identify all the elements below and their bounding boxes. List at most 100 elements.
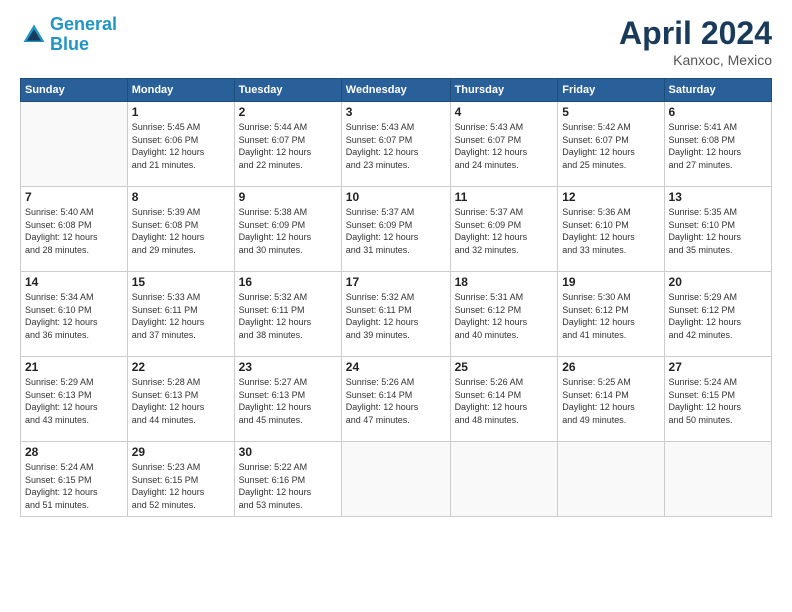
calendar-cell: 20 Sunrise: 5:29 AMSunset: 6:12 PMDayligh… (664, 272, 771, 357)
calendar-cell: 16 Sunrise: 5:32 AMSunset: 6:11 PMDayligh… (234, 272, 341, 357)
day-number: 4 (455, 105, 554, 119)
calendar-cell: 19 Sunrise: 5:30 AMSunset: 6:12 PMDayligh… (558, 272, 664, 357)
day-info: Sunrise: 5:43 AMSunset: 6:07 PMDaylight:… (346, 121, 446, 171)
day-number: 30 (239, 445, 337, 459)
day-number: 3 (346, 105, 446, 119)
day-info: Sunrise: 5:24 AMSunset: 6:15 PMDaylight:… (25, 461, 123, 511)
day-info: Sunrise: 5:31 AMSunset: 6:12 PMDaylight:… (455, 291, 554, 341)
col-saturday: Saturday (664, 79, 771, 102)
day-info: Sunrise: 5:32 AMSunset: 6:11 PMDaylight:… (239, 291, 337, 341)
col-thursday: Thursday (450, 79, 558, 102)
calendar-cell: 23 Sunrise: 5:27 AMSunset: 6:13 PMDayligh… (234, 357, 341, 442)
calendar-cell: 13 Sunrise: 5:35 AMSunset: 6:10 PMDayligh… (664, 187, 771, 272)
day-number: 9 (239, 190, 337, 204)
calendar-cell: 27Sunrise: 5:24 AMSunset: 6:15 PMDayligh… (664, 357, 771, 442)
day-info: Sunrise: 5:40 AMSunset: 6:08 PMDaylight:… (25, 206, 123, 256)
calendar-cell: 28 Sunrise: 5:24 AMSunset: 6:15 PMDayligh… (21, 442, 128, 517)
calendar-cell: 14 Sunrise: 5:34 AMSunset: 6:10 PMDayligh… (21, 272, 128, 357)
day-info: Sunrise: 5:33 AMSunset: 6:11 PMDaylight:… (132, 291, 230, 341)
calendar-cell (21, 102, 128, 187)
calendar-cell: 17 Sunrise: 5:32 AMSunset: 6:11 PMDayligh… (341, 272, 450, 357)
calendar-cell: 11 Sunrise: 5:37 AMSunset: 6:09 PMDayligh… (450, 187, 558, 272)
day-info: Sunrise: 5:45 AMSunset: 6:06 PMDaylight:… (132, 121, 230, 171)
day-info: Sunrise: 5:34 AMSunset: 6:10 PMDaylight:… (25, 291, 123, 341)
day-number: 5 (562, 105, 659, 119)
day-number: 2 (239, 105, 337, 119)
day-info: Sunrise: 5:39 AMSunset: 6:08 PMDaylight:… (132, 206, 230, 256)
day-info: Sunrise: 5:37 AMSunset: 6:09 PMDaylight:… (346, 206, 446, 256)
day-number: 10 (346, 190, 446, 204)
day-info: Sunrise: 5:35 AMSunset: 6:10 PMDaylight:… (669, 206, 767, 256)
day-info: Sunrise: 5:42 AMSunset: 6:07 PMDaylight:… (562, 121, 659, 171)
calendar-cell: 25Sunrise: 5:26 AMSunset: 6:14 PMDayligh… (450, 357, 558, 442)
calendar-cell: 4 Sunrise: 5:43 AMSunset: 6:07 PMDaylight… (450, 102, 558, 187)
col-wednesday: Wednesday (341, 79, 450, 102)
day-info: Sunrise: 5:32 AMSunset: 6:11 PMDaylight:… (346, 291, 446, 341)
day-number: 28 (25, 445, 123, 459)
col-friday: Friday (558, 79, 664, 102)
day-info: Sunrise: 5:43 AMSunset: 6:07 PMDaylight:… (455, 121, 554, 171)
calendar-cell: 5 Sunrise: 5:42 AMSunset: 6:07 PMDaylight… (558, 102, 664, 187)
calendar-cell: 7 Sunrise: 5:40 AMSunset: 6:08 PMDaylight… (21, 187, 128, 272)
day-info: Sunrise: 5:26 AMSunset: 6:14 PMDaylight:… (455, 376, 554, 426)
day-number: 15 (132, 275, 230, 289)
calendar-cell: 30Sunrise: 5:22 AMSunset: 6:16 PMDayligh… (234, 442, 341, 517)
day-number: 13 (669, 190, 767, 204)
day-number: 8 (132, 190, 230, 204)
calendar-cell (450, 442, 558, 517)
day-number: 24 (346, 360, 446, 374)
day-info: Sunrise: 5:26 AMSunset: 6:14 PMDaylight:… (346, 376, 446, 426)
calendar-cell: 1Sunrise: 5:45 AMSunset: 6:06 PMDaylight… (127, 102, 234, 187)
day-number: 14 (25, 275, 123, 289)
day-info: Sunrise: 5:27 AMSunset: 6:13 PMDaylight:… (239, 376, 337, 426)
day-info: Sunrise: 5:30 AMSunset: 6:12 PMDaylight:… (562, 291, 659, 341)
day-number: 26 (562, 360, 659, 374)
logo-text: General Blue (50, 15, 117, 55)
day-info: Sunrise: 5:29 AMSunset: 6:12 PMDaylight:… (669, 291, 767, 341)
day-number: 20 (669, 275, 767, 289)
page: General Blue April 2024 Kanxoc, Mexico S… (0, 0, 792, 612)
day-info: Sunrise: 5:29 AMSunset: 6:13 PMDaylight:… (25, 376, 123, 426)
day-number: 6 (669, 105, 767, 119)
day-number: 7 (25, 190, 123, 204)
day-number: 19 (562, 275, 659, 289)
calendar-cell: 24 Sunrise: 5:26 AMSunset: 6:14 PMDayligh… (341, 357, 450, 442)
day-info: Sunrise: 5:36 AMSunset: 6:10 PMDaylight:… (562, 206, 659, 256)
title-block: April 2024 Kanxoc, Mexico (619, 15, 772, 68)
day-number: 22 (132, 360, 230, 374)
calendar-cell: 26 Sunrise: 5:25 AMSunset: 6:14 PMDayligh… (558, 357, 664, 442)
day-number: 21 (25, 360, 123, 374)
calendar-cell: 2Sunrise: 5:44 AMSunset: 6:07 PMDaylight… (234, 102, 341, 187)
calendar-cell: 8 Sunrise: 5:39 AMSunset: 6:08 PMDaylight… (127, 187, 234, 272)
calendar-header-row: Sunday Monday Tuesday Wednesday Thursday… (21, 79, 772, 102)
day-number: 17 (346, 275, 446, 289)
header: General Blue April 2024 Kanxoc, Mexico (20, 15, 772, 68)
month-title: April 2024 (619, 15, 772, 52)
calendar-cell: 10 Sunrise: 5:37 AMSunset: 6:09 PMDayligh… (341, 187, 450, 272)
col-monday: Monday (127, 79, 234, 102)
day-info: Sunrise: 5:28 AMSunset: 6:13 PMDaylight:… (132, 376, 230, 426)
calendar-cell: 9 Sunrise: 5:38 AMSunset: 6:09 PMDaylight… (234, 187, 341, 272)
day-number: 23 (239, 360, 337, 374)
calendar-table: Sunday Monday Tuesday Wednesday Thursday… (20, 78, 772, 517)
logo: General Blue (20, 15, 117, 55)
day-info: Sunrise: 5:41 AMSunset: 6:08 PMDaylight:… (669, 121, 767, 171)
calendar-cell: 3 Sunrise: 5:43 AMSunset: 6:07 PMDaylight… (341, 102, 450, 187)
day-info: Sunrise: 5:38 AMSunset: 6:09 PMDaylight:… (239, 206, 337, 256)
col-sunday: Sunday (21, 79, 128, 102)
day-number: 16 (239, 275, 337, 289)
calendar-cell: 22 Sunrise: 5:28 AMSunset: 6:13 PMDayligh… (127, 357, 234, 442)
calendar-cell: 21 Sunrise: 5:29 AMSunset: 6:13 PMDayligh… (21, 357, 128, 442)
calendar-cell (664, 442, 771, 517)
day-number: 11 (455, 190, 554, 204)
logo-icon (20, 21, 48, 49)
day-number: 18 (455, 275, 554, 289)
day-number: 29 (132, 445, 230, 459)
calendar-cell (558, 442, 664, 517)
day-info: Sunrise: 5:25 AMSunset: 6:14 PMDaylight:… (562, 376, 659, 426)
calendar-cell: 29Sunrise: 5:23 AMSunset: 6:15 PMDayligh… (127, 442, 234, 517)
calendar-cell: 18 Sunrise: 5:31 AMSunset: 6:12 PMDayligh… (450, 272, 558, 357)
calendar-cell: 12Sunrise: 5:36 AMSunset: 6:10 PMDayligh… (558, 187, 664, 272)
day-info: Sunrise: 5:37 AMSunset: 6:09 PMDaylight:… (455, 206, 554, 256)
day-number: 27 (669, 360, 767, 374)
